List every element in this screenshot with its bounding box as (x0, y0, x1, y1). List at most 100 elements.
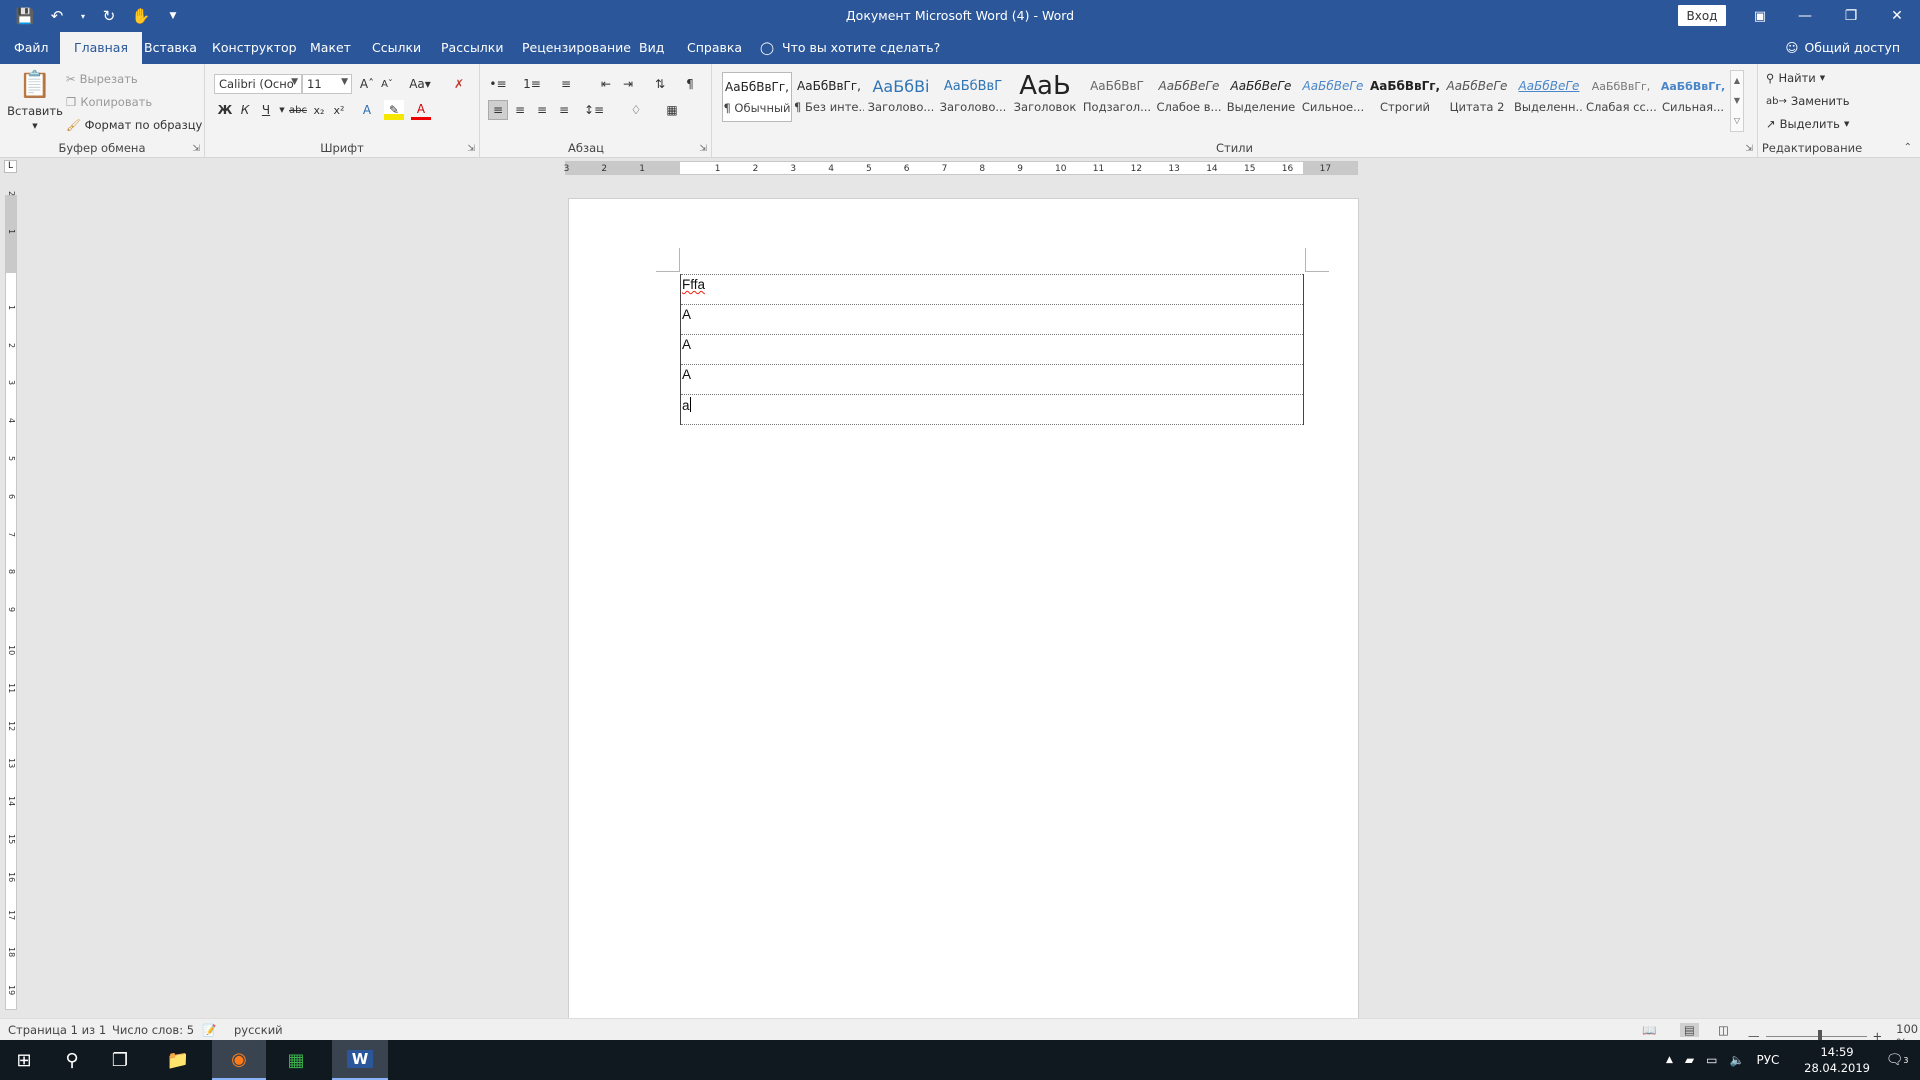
replace-button[interactable]: ab→ Заменить (1766, 94, 1850, 108)
web-layout-icon[interactable]: ◫ (1718, 1023, 1729, 1037)
tab-mailings[interactable]: Рассылки (427, 32, 517, 64)
align-left-icon[interactable]: ≡ (488, 100, 508, 120)
notifications-icon[interactable]: 🗨 3 (1874, 1040, 1920, 1080)
bold-icon[interactable]: Ж (215, 100, 235, 120)
collapse-ribbon-icon[interactable]: ⌃ (1904, 142, 1912, 153)
cube-app-icon[interactable]: ▦ (272, 1040, 320, 1080)
style-intense-emphasis[interactable]: АаБбВеГе Сильное... (1298, 72, 1368, 122)
shrink-font-icon[interactable]: Aˇ (377, 74, 397, 94)
table-cell[interactable]: a (680, 394, 1304, 425)
keyboard-language[interactable]: РУС (1756, 1053, 1779, 1067)
shading-icon[interactable]: ♢ (626, 100, 646, 120)
tab-help[interactable]: Справка (673, 32, 756, 64)
sort-icon[interactable]: ⇅ (650, 74, 670, 94)
highlight-icon[interactable]: ✎ (384, 100, 404, 120)
strikethrough-icon[interactable]: abc (288, 100, 308, 120)
italic-icon[interactable]: К (235, 100, 255, 120)
style-heading-1[interactable]: АаБбВі Заголово... (866, 72, 936, 122)
horizontal-ruler[interactable]: 3 2 1 1 2 3 4 5 6 7 8 9 10 11 12 13 14 15 16 17 (564, 161, 1358, 175)
document-table[interactable]: Fffa A A A a (680, 274, 1304, 425)
grow-font-icon[interactable]: Aˆ (357, 74, 377, 94)
network-icon[interactable]: ▭ (1706, 1053, 1717, 1067)
minimize-icon[interactable]: — (1782, 0, 1828, 32)
select-button[interactable]: ↗ Выделить ▼ (1766, 117, 1849, 131)
style-subtitle[interactable]: АаБбВвГ Подзагол... (1082, 72, 1152, 122)
justify-icon[interactable]: ≡ (554, 100, 574, 120)
zoom-slider[interactable] (1765, 1029, 1867, 1042)
table-cell[interactable]: A (680, 364, 1304, 395)
tab-selector[interactable]: L (4, 160, 17, 173)
format-painter-button[interactable]: 🖌 Формат по образцу (66, 118, 202, 132)
tab-file[interactable]: Файл (0, 32, 63, 64)
font-name-combo[interactable]: Calibri (Осно ▼ (214, 74, 302, 94)
styles-gallery-scroll[interactable]: ▲ ▼ ▽ (1730, 70, 1744, 132)
style-normal[interactable]: АаБбВвГг, ¶ Обычный (722, 72, 792, 122)
multilevel-list-icon[interactable]: ≡ (556, 74, 576, 94)
print-layout-icon[interactable]: ▤ (1680, 1023, 1699, 1037)
file-explorer-icon[interactable]: 📁 (154, 1040, 202, 1080)
style-heading-2[interactable]: АаБбВвГ Заголово... (938, 72, 1008, 122)
proofing-icon[interactable]: 📝 (202, 1023, 216, 1037)
restore-icon[interactable]: ❐ (1828, 0, 1874, 32)
read-mode-icon[interactable]: 📖 (1642, 1023, 1656, 1037)
vertical-ruler[interactable]: 2 1 1 2 3 4 5 6 7 8 9 10 11 12 13 14 15 16 17 18 19 (5, 191, 17, 1010)
style-intense-quote[interactable]: АаБбВеГе Выделенн... (1514, 72, 1584, 122)
dialog-launcher-icon[interactable]: ⇲ (192, 144, 200, 154)
cut-button[interactable]: ✂ Вырезать (66, 72, 138, 86)
signin-button[interactable]: Вход (1678, 5, 1726, 26)
word-count[interactable]: Число слов: 5 (112, 1023, 194, 1037)
style-quote[interactable]: АаБбВеГе Цитата 2 (1442, 72, 1512, 122)
tab-layout[interactable]: Макет (296, 32, 365, 64)
clear-formatting-icon[interactable]: ✗ (449, 74, 469, 94)
network-app-icon[interactable]: ▰ (1685, 1053, 1694, 1067)
increase-indent-icon[interactable]: ⇥ (618, 74, 638, 94)
text-effects-icon[interactable]: A (357, 100, 377, 120)
style-subtle-emphasis[interactable]: АаБбВеГе Слабое в... (1154, 72, 1224, 122)
dialog-launcher-icon[interactable]: ⇲ (1745, 144, 1753, 154)
borders-icon[interactable]: ▦ (662, 100, 682, 120)
style-emphasis[interactable]: АаБбВеГе Выделение (1226, 72, 1296, 122)
pilcrow-icon[interactable]: ¶ (680, 74, 700, 94)
close-icon[interactable]: ✕ (1874, 0, 1920, 32)
tell-me-box[interactable]: ◯ Что вы хотите сделать? (760, 40, 940, 55)
numbering-icon[interactable]: 1≡ (522, 74, 542, 94)
bullets-icon[interactable]: •≡ (488, 74, 508, 94)
clock[interactable]: 14:59 28.04.2019 (1804, 1044, 1870, 1076)
align-center-icon[interactable]: ≡ (510, 100, 530, 120)
style-subtle-reference[interactable]: АаБбВвГг, Слабая сс... (1586, 72, 1656, 122)
superscript-icon[interactable]: x² (329, 100, 349, 120)
task-view-icon[interactable]: ❐ (96, 1040, 144, 1080)
change-case-icon[interactable]: Aa▾ (405, 74, 435, 94)
line-spacing-icon[interactable]: ↕≡ (584, 100, 604, 120)
copy-button[interactable]: ❐ Копировать (66, 95, 152, 109)
dialog-launcher-icon[interactable]: ⇲ (699, 144, 707, 154)
decrease-indent-icon[interactable]: ⇤ (596, 74, 616, 94)
subscript-icon[interactable]: x₂ (309, 100, 329, 120)
page-count[interactable]: Страница 1 из 1 (8, 1023, 106, 1037)
word-taskbar-icon[interactable]: W (332, 1040, 388, 1080)
share-button[interactable]: ☺ Общий доступ (1785, 40, 1900, 55)
table-cell[interactable]: A (680, 304, 1304, 335)
windows-start-icon[interactable]: ⊞ (0, 1040, 48, 1080)
volume-icon[interactable]: 🔈 (1730, 1053, 1745, 1067)
firefox-icon[interactable]: ◉ (212, 1040, 266, 1080)
language-indicator[interactable]: русский (234, 1023, 283, 1037)
style-strong[interactable]: АаБбВвГг, Строгий (1370, 72, 1440, 122)
paste-button[interactable]: 📋 Вставить ▼ (7, 70, 63, 130)
show-hidden-icons[interactable]: ▲ (1666, 1055, 1673, 1065)
style-title[interactable]: АаЬ Заголовок (1010, 72, 1080, 122)
style-no-spacing[interactable]: АаБбВвГг, ¶ Без инте... (794, 72, 864, 122)
dialog-launcher-icon[interactable]: ⇲ (467, 144, 475, 154)
align-right-icon[interactable]: ≡ (532, 100, 552, 120)
font-color-icon[interactable]: A (411, 100, 431, 120)
table-cell[interactable]: A (680, 334, 1304, 365)
tab-view[interactable]: Вид (625, 32, 678, 64)
font-size-combo[interactable]: 11 ▼ (302, 74, 352, 94)
ribbon-display-options-icon[interactable]: ▣ (1744, 4, 1776, 28)
tab-design[interactable]: Конструктор (198, 32, 311, 64)
search-icon[interactable]: ⚲ (48, 1040, 96, 1080)
find-button[interactable]: ⚲ Найти ▼ (1766, 71, 1825, 85)
tab-references[interactable]: Ссылки (358, 32, 435, 64)
table-cell[interactable]: Fffa (680, 274, 1304, 305)
style-intense-reference[interactable]: АаБбВвГг, Сильная... (1658, 72, 1728, 122)
